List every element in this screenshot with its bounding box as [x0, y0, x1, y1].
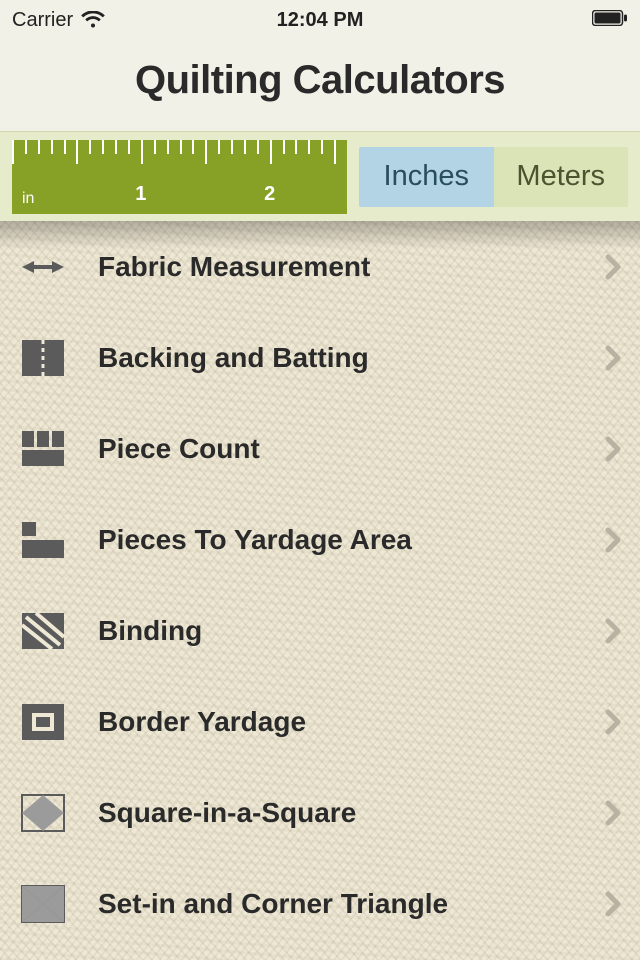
- ruler-tick: [244, 140, 246, 154]
- ruler-tick: [154, 140, 156, 154]
- unit-inches-button[interactable]: Inches: [359, 147, 494, 207]
- ruler-tick: [180, 140, 182, 154]
- sqinsq-icon: [18, 789, 68, 837]
- ruler-tick: [321, 140, 323, 154]
- menu-item[interactable]: Fabric Measurement: [0, 221, 640, 312]
- menu-item[interactable]: Pieces To Yardage Area: [0, 494, 640, 585]
- ruler-tick: [76, 140, 78, 164]
- menu-item[interactable]: Square-in-a-Square: [0, 767, 640, 858]
- wifi-icon: [81, 11, 105, 29]
- menu-item[interactable]: Border Yardage: [0, 676, 640, 767]
- page-title: Quilting Calculators: [0, 58, 640, 103]
- menu-item-label: Backing and Batting: [98, 342, 604, 374]
- battery-icon: [592, 10, 628, 26]
- chevron-right-icon: [604, 617, 622, 645]
- ruler-tick: [205, 140, 207, 164]
- ruler-tick: [51, 140, 53, 154]
- border-icon: [18, 698, 68, 746]
- ruler-tick: [102, 140, 104, 154]
- carrier-label: Carrier: [12, 9, 73, 32]
- clock: 12:04 PM: [277, 9, 364, 32]
- chevron-right-icon: [604, 799, 622, 827]
- chevron-right-icon: [604, 708, 622, 736]
- piececount-icon: [18, 425, 68, 473]
- measure-icon: [18, 243, 68, 291]
- menu-item-label: Binding: [98, 615, 604, 647]
- ruler-tick: [115, 140, 117, 154]
- ruler-tick: [231, 140, 233, 154]
- unit-segmented-control[interactable]: Inches Meters: [359, 147, 628, 207]
- ruler-tick: [141, 140, 143, 164]
- menu-item[interactable]: Backing and Batting: [0, 312, 640, 403]
- ruler-number: 2: [264, 183, 275, 206]
- ruler-tick: [270, 140, 272, 164]
- menu-item-label: Fabric Measurement: [98, 251, 604, 283]
- menu-item[interactable]: Set-in and Corner Triangle: [0, 858, 640, 949]
- binding-icon: [18, 607, 68, 655]
- menu-item-label: Pieces To Yardage Area: [98, 524, 604, 556]
- ruler-tick: [295, 140, 297, 154]
- ruler-tick: [89, 140, 91, 154]
- ruler-tick: [167, 140, 169, 154]
- chevron-right-icon: [604, 344, 622, 372]
- menu-item-label: Set-in and Corner Triangle: [98, 888, 604, 920]
- corner-icon: [18, 880, 68, 928]
- ruler-unit-label: in: [22, 190, 34, 208]
- backing-icon: [18, 334, 68, 382]
- ruler-tick: [25, 140, 27, 154]
- chevron-right-icon: [604, 890, 622, 918]
- status-bar: Carrier 12:04 PM: [0, 0, 640, 40]
- ruler: in 1 2: [12, 140, 347, 214]
- ruler-tick: [12, 140, 14, 164]
- calculator-list[interactable]: Fabric Measurement Backing and Batting Pie…: [0, 221, 640, 960]
- menu-item-label: Piece Count: [98, 433, 604, 465]
- menu-item[interactable]: Piece Count: [0, 403, 640, 494]
- ruler-tick: [38, 140, 40, 154]
- chevron-right-icon: [604, 526, 622, 554]
- menu-item-label: Border Yardage: [98, 706, 604, 738]
- menu-item[interactable]: Binding: [0, 585, 640, 676]
- ruler-tick: [218, 140, 220, 154]
- unit-controls: in 1 2 Inches Meters: [0, 131, 640, 221]
- chevron-right-icon: [604, 253, 622, 281]
- ruler-tick: [283, 140, 285, 154]
- title-bar: Quilting Calculators: [0, 40, 640, 131]
- ruler-tick: [334, 140, 336, 164]
- yardage-icon: [18, 516, 68, 564]
- ruler-number: 1: [135, 183, 146, 206]
- unit-meters-button[interactable]: Meters: [494, 147, 629, 207]
- menu-item-label: Square-in-a-Square: [98, 797, 604, 829]
- ruler-tick: [192, 140, 194, 154]
- ruler-tick: [64, 140, 66, 154]
- ruler-tick: [128, 140, 130, 154]
- ruler-tick: [257, 140, 259, 154]
- chevron-right-icon: [604, 435, 622, 463]
- ruler-tick: [308, 140, 310, 154]
